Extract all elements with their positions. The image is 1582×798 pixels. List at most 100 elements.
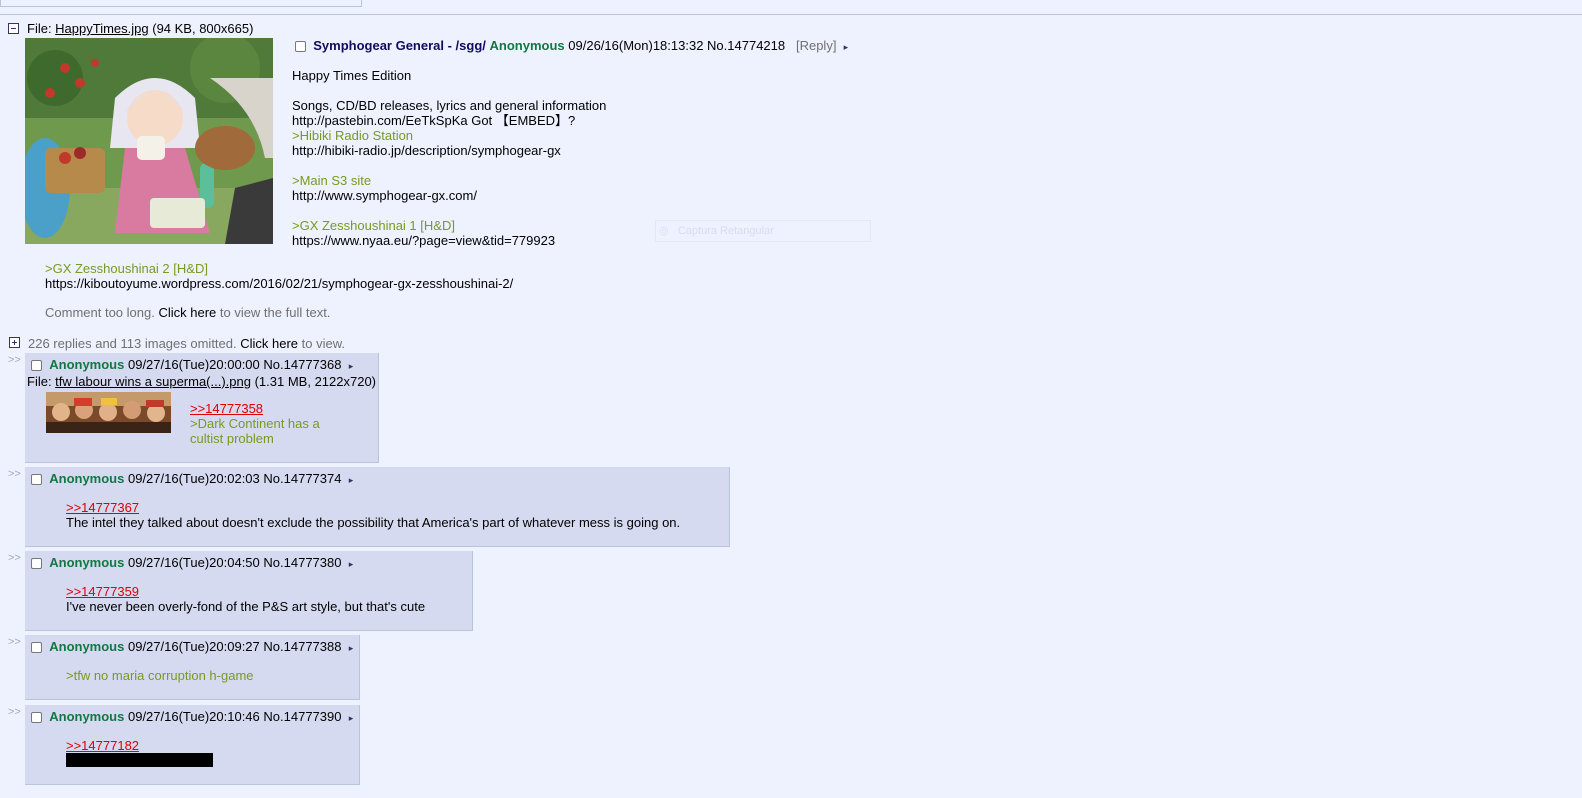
reply-datetime: 09/27/16(Tue)20:02:03 xyxy=(127,471,260,486)
reply-post: Anonymous 09/27/16(Tue)20:02:03 No.14777… xyxy=(25,467,730,547)
reply-name: Anonymous xyxy=(49,555,125,570)
op-body-blank-line xyxy=(292,158,606,173)
op-body-line: http://www.symphogear-gx.com/ xyxy=(292,188,477,203)
omitted-suffix: to view. xyxy=(298,336,345,351)
reply-checkbox[interactable] xyxy=(31,712,42,724)
reply-datetime: 09/27/16(Tue)20:00:00 xyxy=(127,357,260,372)
op-thumbnail-art xyxy=(25,38,273,244)
too-long-click-link[interactable]: Click here xyxy=(158,305,216,320)
reply-datetime: 09/27/16(Tue)20:04:50 xyxy=(127,555,260,570)
op-body-blank-line xyxy=(292,83,606,98)
reply-side-marker: >> xyxy=(8,706,21,718)
thread-divider xyxy=(0,14,1582,15)
reply-checkbox[interactable] xyxy=(31,360,42,372)
reply-body: >tfw no maria corruption h-game xyxy=(66,668,254,683)
op-file-label: File: xyxy=(27,21,56,36)
reply-header: Anonymous 09/27/16(Tue)20:04:50 No.14777… xyxy=(31,555,353,570)
reply-text: The intel they talked about doesn't excl… xyxy=(66,515,681,530)
reply-datetime: 09/27/16(Tue)20:10:46 xyxy=(127,709,260,724)
reply-post-number[interactable]: No.14777368 xyxy=(263,357,341,372)
spoiler-block[interactable] xyxy=(66,753,213,767)
reply-side-marker: >> xyxy=(8,354,21,366)
reply-post: Anonymous 09/27/16(Tue)20:04:50 No.14777… xyxy=(25,551,473,631)
reply-text: I've never been overly-fond of the P&S a… xyxy=(66,599,426,614)
op-file-meta: (94 KB, 800x665) xyxy=(148,21,254,36)
reply-thumbnail[interactable] xyxy=(46,392,171,433)
reply-checkbox[interactable] xyxy=(31,558,42,570)
capture-overlay: ◎ Captura Retangular xyxy=(655,220,871,242)
reply-file-link[interactable]: tfw labour wins a superma(...).png xyxy=(55,374,251,389)
reply-post-number[interactable]: No.14777390 xyxy=(263,709,341,724)
reply-name: Anonymous xyxy=(49,709,125,724)
reply-side-marker: >> xyxy=(8,552,21,564)
reply-greentext-line: cultist problem xyxy=(190,431,274,446)
reply-menu-arrow-icon[interactable]: ▸ xyxy=(349,713,354,723)
reply-body: >>14777359 I've never been overly-fond o… xyxy=(66,584,425,614)
expand-replies-icon[interactable] xyxy=(9,337,20,348)
reply-file-meta: (1.31 MB, 2122x720) xyxy=(250,374,377,389)
reply-checkbox[interactable] xyxy=(31,474,42,486)
op-menu-arrow-icon[interactable]: ▸ xyxy=(844,42,849,52)
op-body: Happy Times Edition Songs, CD/BD release… xyxy=(292,68,606,248)
too-long-suffix: to view the full text. xyxy=(216,305,331,320)
reply-post-number[interactable]: No.14777374 xyxy=(263,471,341,486)
op-greentext-line: >Main S3 site xyxy=(292,173,372,188)
op-name: Anonymous xyxy=(489,38,565,53)
op-body-line: http://hibiki-radio.jp/description/symph… xyxy=(292,143,561,158)
reply-post-number[interactable]: No.14777388 xyxy=(263,639,341,654)
previous-thread-box xyxy=(0,0,362,7)
op-body-blank-line xyxy=(292,203,606,218)
reply-quotelink[interactable]: >>14777367 xyxy=(66,500,139,515)
op-body-line: https://kiboutoyume.wordpress.com/2016/0… xyxy=(45,276,514,291)
op-checkbox[interactable] xyxy=(295,41,306,53)
reply-greentext-line: >Dark Continent has a xyxy=(190,416,320,431)
omitted-text: 226 replies and 113 images omitted. xyxy=(28,336,241,351)
reply-name: Anonymous xyxy=(49,639,125,654)
omitted-click-link[interactable]: Click here xyxy=(240,336,298,351)
collapse-thread-icon[interactable] xyxy=(8,23,19,34)
reply-quotelink[interactable]: >>14777358 xyxy=(190,401,263,416)
op-greentext-line: >GX Zesshoushinai 2 [H&D] xyxy=(45,261,208,276)
reply-name: Anonymous xyxy=(49,357,125,372)
op-greentext-line: >Hibiki Radio Station xyxy=(292,128,414,143)
op-header: Symphogear General - /sgg/ Anonymous 09/… xyxy=(295,38,848,53)
reply-post: Anonymous 09/27/16(Tue)20:10:46 No.14777… xyxy=(25,705,360,785)
op-post-number[interactable]: No.14774218 xyxy=(707,38,785,53)
omitted-notice: 226 replies and 113 images omitted. Clic… xyxy=(28,336,345,351)
reply-menu-arrow-icon[interactable]: ▸ xyxy=(349,559,354,569)
op-reply-link[interactable]: [Reply] xyxy=(796,38,836,53)
op-body-line: Songs, CD/BD releases, lyrics and genera… xyxy=(292,98,607,113)
reply-body: >>14777367 The intel they talked about d… xyxy=(66,500,680,530)
reply-quotelink[interactable]: >>14777182 xyxy=(66,738,139,753)
op-body-line: http://pastebin.com/EeTkSpKa Got 【EMBED】… xyxy=(292,113,576,128)
reply-post: Anonymous 09/27/16(Tue)20:09:27 No.14777… xyxy=(25,635,360,700)
reply-post: Anonymous 09/27/16(Tue)20:00:00 No.14777… xyxy=(25,353,379,463)
reply-quotelink[interactable]: >>14777359 xyxy=(66,584,139,599)
reply-body: >>14777182 xyxy=(66,738,213,770)
reply-header: Anonymous 09/27/16(Tue)20:00:00 No.14777… xyxy=(31,357,353,372)
reply-header: Anonymous 09/27/16(Tue)20:10:46 No.14777… xyxy=(31,709,353,724)
reply-post-number[interactable]: No.14777380 xyxy=(263,555,341,570)
reply-name: Anonymous xyxy=(49,471,125,486)
reply-checkbox[interactable] xyxy=(31,642,42,654)
reply-thumbnail-art xyxy=(46,392,171,433)
reply-file-info: File: tfw labour wins a superma(...).png… xyxy=(27,374,376,389)
reply-menu-arrow-icon[interactable]: ▸ xyxy=(349,475,354,485)
op-file-info: File: HappyTimes.jpg (94 KB, 800x665) xyxy=(27,21,253,36)
too-long-text: Comment too long. xyxy=(45,305,159,320)
op-file-link[interactable]: HappyTimes.jpg xyxy=(55,21,148,36)
reply-menu-arrow-icon[interactable]: ▸ xyxy=(349,643,354,653)
reply-header: Anonymous 09/27/16(Tue)20:02:03 No.14777… xyxy=(31,471,353,486)
reply-side-marker: >> xyxy=(8,636,21,648)
op-body-line: Happy Times Edition xyxy=(292,68,412,83)
op-subject: Symphogear General - /sgg/ xyxy=(313,38,486,53)
op-datetime: 09/26/16(Mon)18:13:32 xyxy=(568,38,704,53)
reply-body: >>14777358 >Dark Continent has a cultist… xyxy=(190,401,320,446)
op-body-continued: >GX Zesshoushinai 2 [H&D] https://kibouto… xyxy=(45,261,513,291)
reply-side-marker: >> xyxy=(8,468,21,480)
comment-too-long: Comment too long. Click here to view the… xyxy=(45,305,330,320)
reply-menu-arrow-icon[interactable]: ▸ xyxy=(349,361,354,371)
op-greentext-line: >GX Zesshoushinai 1 [H&D] xyxy=(292,218,455,233)
reply-datetime: 09/27/16(Tue)20:09:27 xyxy=(127,639,260,654)
op-thumbnail[interactable] xyxy=(25,38,273,244)
